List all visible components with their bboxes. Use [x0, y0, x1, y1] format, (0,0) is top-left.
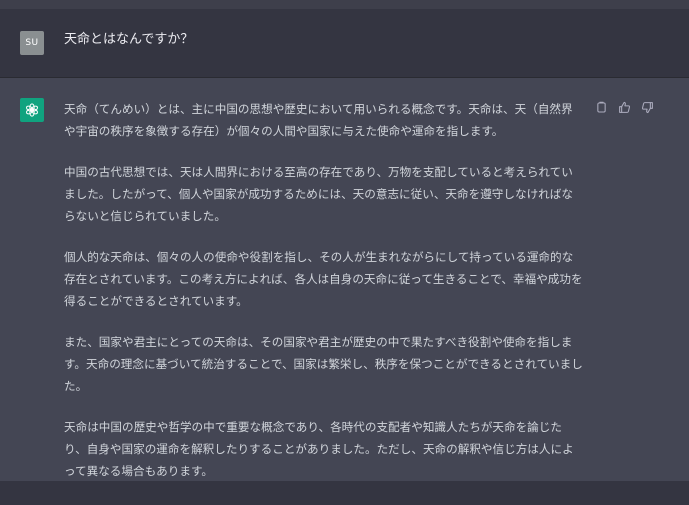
answer-paragraph: また、国家や君主にとっての天命は、その国家や君主が歴史の中で果たすべき役割や使命… — [64, 335, 583, 393]
thumbs-up-icon — [619, 101, 631, 113]
thumbs-up-button[interactable] — [617, 100, 632, 115]
copy-icon — [597, 101, 606, 113]
user-avatar: SU — [20, 31, 44, 55]
user-message-text: 天命とはなんですか？ — [64, 32, 194, 47]
openai-logo-icon — [25, 103, 39, 117]
assistant-message-row: 天命（てんめい）とは、主に中国の思想や歴史において用いられる概念です。天命は、天… — [0, 78, 689, 481]
copy-button[interactable] — [594, 100, 609, 115]
answer-paragraph: 天命は中国の歴史や哲学の中で重要な概念であり、各時代の支配者や知識人たちが天命を… — [64, 420, 574, 478]
answer-paragraph: 中国の古代思想では、天は人間界における至高の存在であり、万物を支配していると考え… — [64, 165, 573, 223]
user-message-row: SU 天命とはなんですか？ — [0, 9, 689, 78]
answer-paragraph: 個人的な天命は、個々の人の使命や役割を指し、その人が生まれながらにして持っている… — [64, 250, 583, 308]
answer-paragraph: 天命（てんめい）とは、主に中国の思想や歴史において用いられる概念です。天命は、天… — [64, 102, 573, 138]
assistant-message-text: 天命（てんめい）とは、主に中国の思想や歴史において用いられる概念です。天命は、天… — [64, 98, 584, 482]
thumbs-down-button[interactable] — [640, 100, 655, 115]
top-strip — [0, 0, 689, 9]
bottom-strip — [0, 481, 689, 505]
assistant-avatar — [20, 98, 44, 122]
thumbs-down-icon — [641, 102, 653, 114]
message-actions — [594, 100, 655, 116]
